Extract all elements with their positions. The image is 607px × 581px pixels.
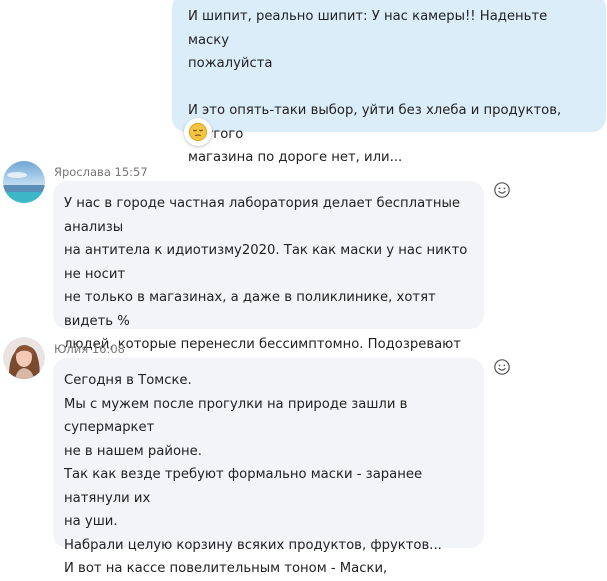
smile-icon[interactable] [493,358,511,376]
sender-name: Ярослава [54,165,111,179]
pensive-face-icon [188,122,208,142]
smile-icon[interactable] [493,181,511,199]
message-reaction[interactable] [184,118,212,146]
avatar[interactable] [3,337,45,379]
sender-line: Ярослава 15:57 [54,165,148,179]
sender-line: Юлия 16:08 [54,342,125,356]
message-text: Сегодня в Томске. Мы с мужем после прогу… [64,373,442,576]
message-bubble[interactable]: Сегодня в Томске. Мы с мужем после прогу… [53,358,484,576]
own-message-bubble[interactable]: И шипит, реально шипит: У нас камеры!! Н… [172,0,606,165]
message-time: 16:08 [91,342,125,356]
message-time: 15:57 [114,165,148,179]
woman-portrait-avatar [3,337,45,379]
sender-name: Юлия [54,342,89,356]
message-bubble[interactable]: У нас в городе частная лаборатория делае… [53,181,484,446]
sky-landscape-avatar [3,161,45,203]
own-message-text: И шипит, реально шипит: У нас камеры!! Н… [188,9,562,165]
avatar[interactable] [3,161,45,203]
